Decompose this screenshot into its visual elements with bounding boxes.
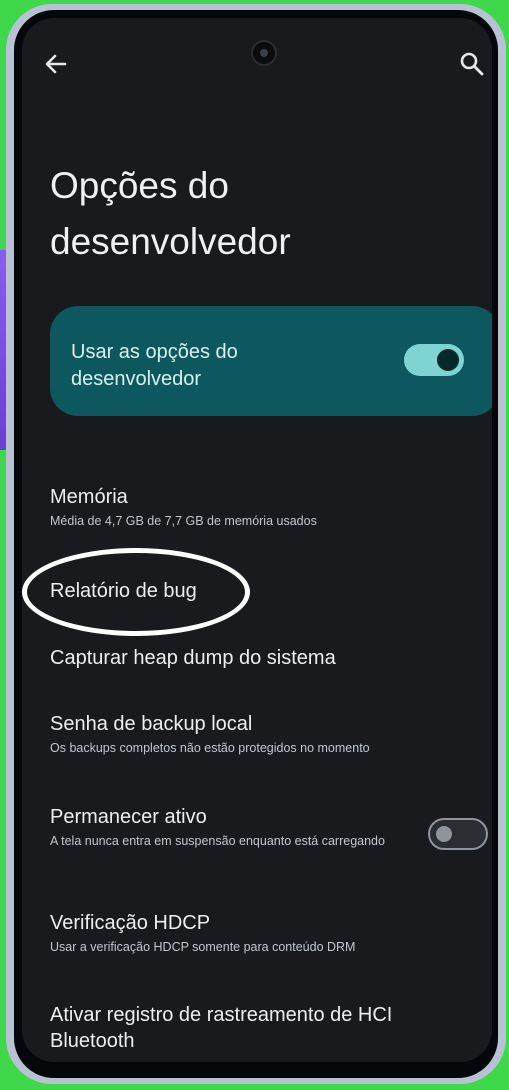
setting-title: Ativar registro de rastreamento de HCI B… bbox=[50, 1004, 393, 1052]
developer-options-master-switch[interactable]: Usar as opções do desenvolvedor bbox=[50, 306, 492, 416]
setting-title: Senha de backup local bbox=[50, 713, 253, 735]
toggle-knob bbox=[436, 826, 452, 842]
setting-subtitle: Usar a verificação HDCP somente para con… bbox=[50, 940, 356, 954]
setting-title: Capturar heap dump do sistema bbox=[50, 647, 336, 669]
developer-options-toggle[interactable] bbox=[404, 344, 464, 376]
front-camera bbox=[251, 40, 277, 66]
setting-title: Permanecer ativo bbox=[50, 806, 207, 828]
setting-bug-report[interactable]: Relatório de bug bbox=[50, 578, 470, 604]
top-app-bar bbox=[22, 18, 492, 108]
setting-bluetooth-hci-log[interactable]: Ativar registro de rastreamento de HCI B… bbox=[50, 1002, 470, 1054]
setting-title: Relatório de bug bbox=[50, 580, 197, 602]
setting-memory[interactable]: Memória Média de 4,7 GB de 7,7 GB de mem… bbox=[50, 484, 470, 530]
setting-subtitle: Média de 4,7 GB de 7,7 GB de memória usa… bbox=[50, 514, 317, 528]
arrow-left-icon[interactable] bbox=[40, 48, 72, 80]
setting-subtitle: Os backups completos não estão protegido… bbox=[50, 741, 370, 755]
setting-hdcp-check[interactable]: Verificação HDCP Usar a verificação HDCP… bbox=[50, 910, 470, 956]
setting-subtitle: A tela nunca entra em suspensão enquanto… bbox=[50, 834, 385, 848]
screen: Opções do desenvolvedor Usar as opções d… bbox=[22, 18, 492, 1062]
toggle-knob bbox=[437, 349, 459, 371]
setting-backup-password[interactable]: Senha de backup local Os backups complet… bbox=[50, 711, 470, 757]
stay-awake-toggle[interactable] bbox=[428, 818, 488, 850]
master-switch-label: Usar as opções do desenvolvedor bbox=[71, 341, 238, 390]
setting-stay-awake[interactable]: Permanecer ativo A tela nunca entra em s… bbox=[50, 804, 410, 850]
page-title: Opções do desenvolvedor bbox=[50, 165, 291, 262]
setting-title: Verificação HDCP bbox=[50, 912, 211, 934]
setting-heap-dump[interactable]: Capturar heap dump do sistema bbox=[50, 645, 470, 671]
setting-title: Memória bbox=[50, 486, 128, 508]
search-icon[interactable] bbox=[456, 48, 488, 80]
